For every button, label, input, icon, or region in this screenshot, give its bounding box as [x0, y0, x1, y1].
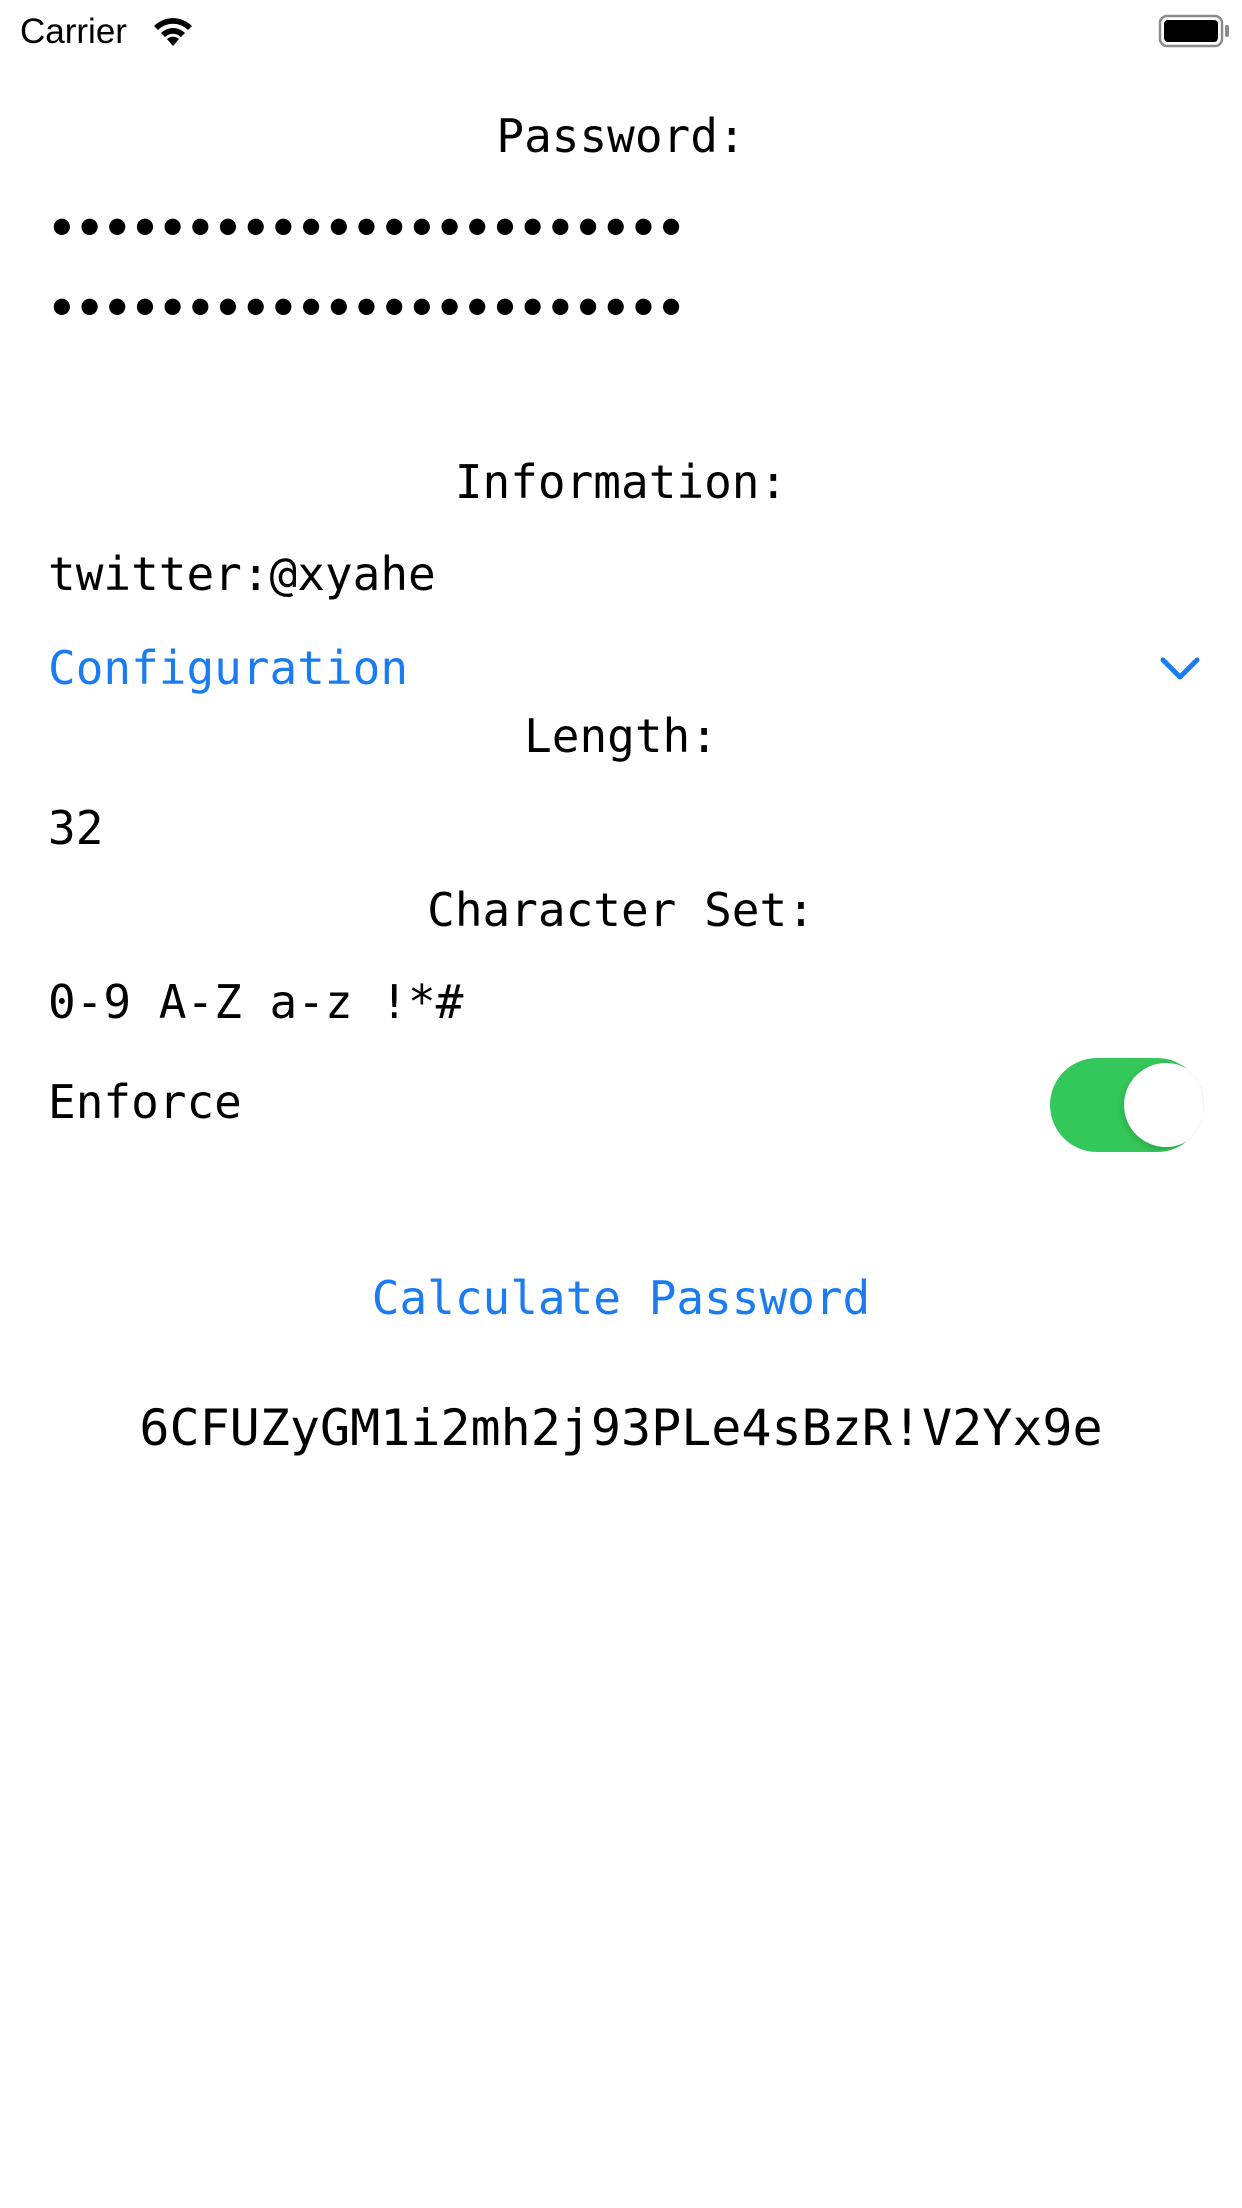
password-label: Password: — [496, 109, 746, 163]
configuration-toggle[interactable]: Configuration — [48, 640, 408, 696]
chevron-down-icon[interactable] — [1158, 650, 1202, 686]
information-label: Information: — [454, 455, 788, 509]
enforce-switch[interactable] — [1050, 1058, 1204, 1152]
charset-label: Character Set: — [427, 883, 815, 937]
password-field[interactable]: ••••••••••••••••••••••• — [48, 200, 685, 256]
carrier-label: Carrier — [20, 12, 127, 51]
charset-field[interactable]: 0-9 A-Z a-z !*# — [48, 974, 463, 1030]
length-label: Length: — [524, 709, 718, 763]
generated-password: 6CFUZyGM1i2mh2j93PLe4sBzR!V2Yx9e — [139, 1399, 1103, 1457]
enforce-switch-knob — [1124, 1063, 1204, 1147]
length-field[interactable]: 32 — [48, 800, 103, 856]
password-confirm-field[interactable]: ••••••••••••••••••••••• — [48, 280, 685, 336]
enforce-label: Enforce — [48, 1075, 242, 1129]
battery-icon — [1158, 14, 1229, 48]
calculate-password-button[interactable]: Calculate Password — [0, 1270, 1242, 1326]
wifi-icon — [154, 18, 192, 46]
information-field[interactable]: twitter:@xyahe — [48, 546, 436, 602]
